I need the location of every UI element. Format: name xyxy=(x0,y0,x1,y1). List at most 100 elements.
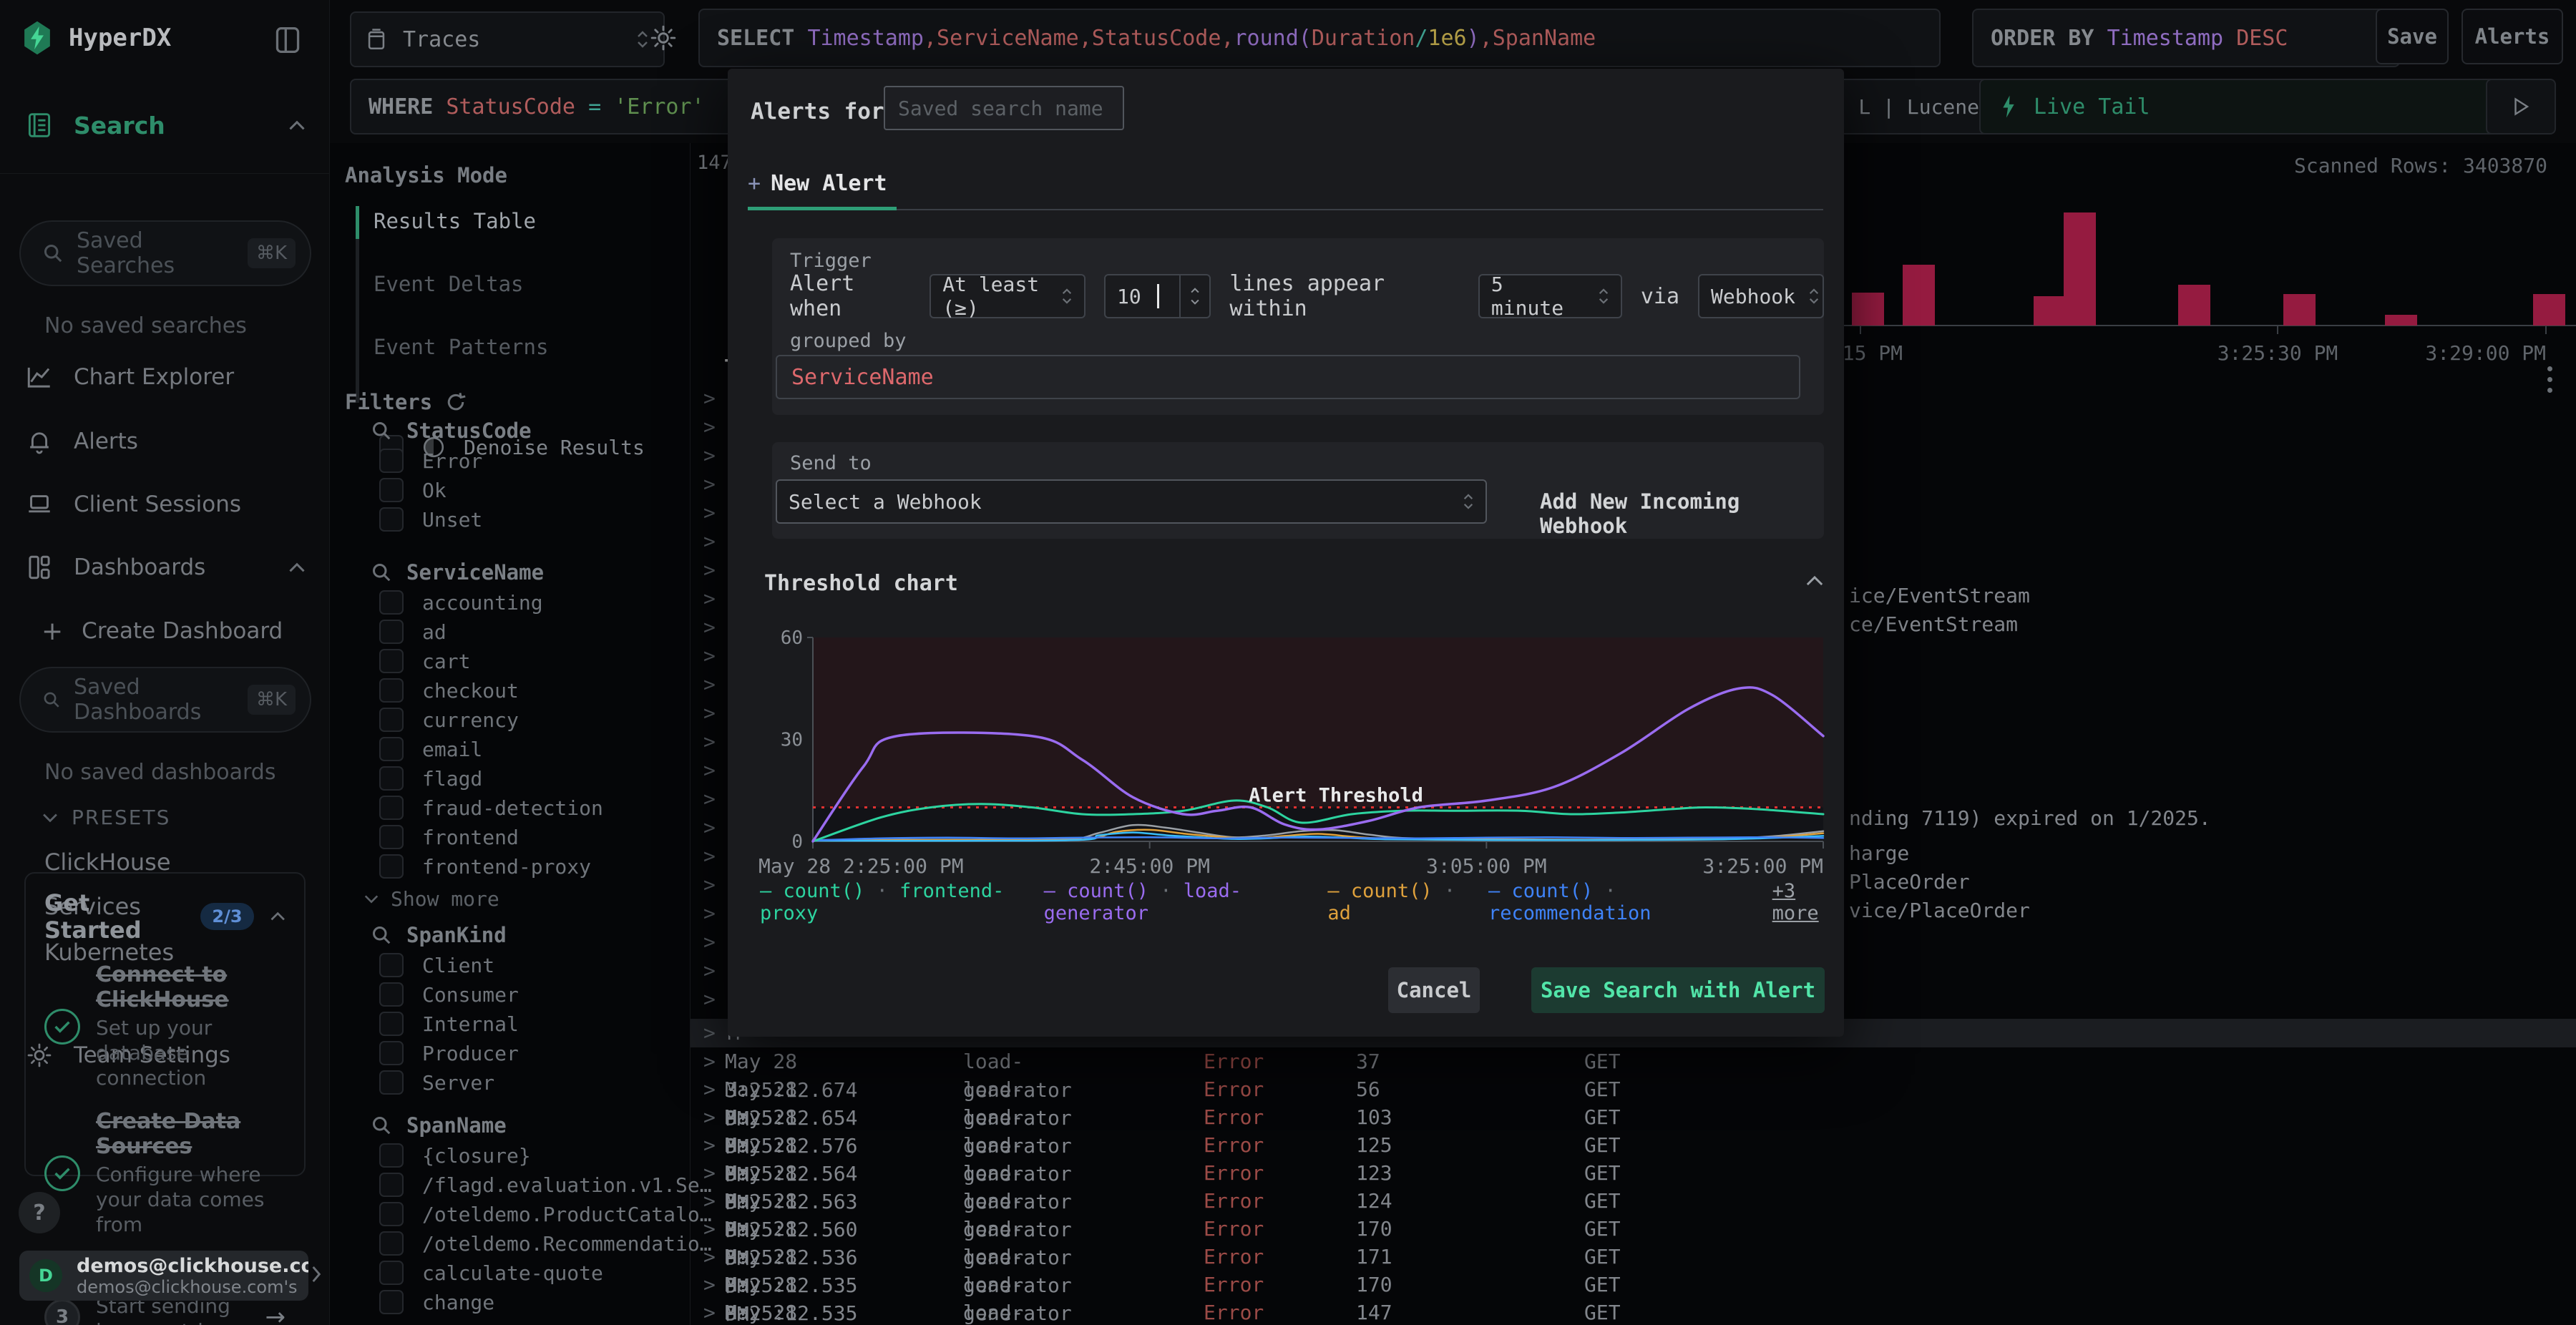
facet-option[interactable]: Client xyxy=(379,953,494,977)
webhook-select[interactable]: Select a Webhook xyxy=(776,479,1487,524)
table-row[interactable]: > May 28 3:25:12.576 PM load-generator Erro… xyxy=(703,1103,1621,1186)
add-webhook-link[interactable]: Add New Incoming Webhook xyxy=(1540,489,1824,538)
facet-option[interactable]: ad xyxy=(379,620,447,644)
alerts-button[interactable]: Alerts xyxy=(2462,9,2563,64)
facet-option[interactable]: /oteldemo.Recommendatio… xyxy=(379,1231,712,1256)
cell-method: GET xyxy=(1584,1105,1621,1129)
legend-item: — count() · frontend-proxy xyxy=(760,880,1005,924)
facet-option[interactable]: Internal xyxy=(379,1012,519,1036)
user-org: demos@clickhouse.com's xyxy=(77,1276,298,1297)
facet-option[interactable]: fraud-detection xyxy=(379,796,603,820)
tab-event-deltas[interactable]: Event Deltas xyxy=(374,272,524,296)
sidebar-item-dashboards[interactable]: Dashboards xyxy=(0,548,329,587)
tab-event-patterns[interactable]: Event Patterns xyxy=(374,335,548,359)
active-tab-indicator xyxy=(748,207,897,210)
get-started-step-1[interactable]: Connect to ClickHouse Set up your databa… xyxy=(44,962,286,1090)
saved-searches-input[interactable]: Saved Searches ⌘K xyxy=(19,220,311,286)
facet-option[interactable]: frontend xyxy=(379,825,519,849)
facet-option[interactable]: Server xyxy=(379,1070,494,1095)
cell-method: GET xyxy=(1584,1077,1621,1101)
bell-icon xyxy=(25,429,54,454)
number-spinner[interactable] xyxy=(1179,275,1209,317)
facet-option[interactable]: flagd xyxy=(379,766,482,791)
cell-status: Error xyxy=(1204,1161,1264,1185)
facet-option[interactable]: Consumer xyxy=(379,982,519,1007)
checkbox-icon xyxy=(379,620,404,644)
brand[interactable]: HyperDX xyxy=(21,20,171,56)
save-button[interactable]: Save xyxy=(2376,9,2449,64)
tab-new-alert[interactable]: + New Alert xyxy=(748,171,887,196)
tab-results-table[interactable]: Results Table xyxy=(374,209,536,233)
live-tail-button[interactable]: Live Tail xyxy=(1979,79,2509,135)
table-row[interactable]: > May 28 3:25:12.563 PM load-generator Erro… xyxy=(703,1159,1621,1242)
facet-option[interactable]: checkout xyxy=(379,678,519,703)
facet-option[interactable]: frontend-proxy xyxy=(379,854,591,879)
facet-option[interactable]: /flagd.evaluation.v1.Se… xyxy=(379,1173,712,1197)
facet-option[interactable]: {closure} xyxy=(379,1143,531,1168)
table-row[interactable]: >May 28 3:25:12.534 PMload-generatorErro… xyxy=(703,1299,1621,1325)
facet-option[interactable]: cart xyxy=(379,649,470,673)
grouped-by-input[interactable]: ServiceName xyxy=(776,355,1800,399)
comparator-select[interactable]: At least (≥) xyxy=(930,273,1086,320)
sidebar-section-search[interactable]: Search xyxy=(0,106,329,145)
save-search-with-alert-button[interactable]: Save Search with Alert xyxy=(1531,967,1825,1013)
facet-option[interactable]: currency xyxy=(379,708,519,732)
search-icon xyxy=(44,692,59,708)
select-query-input[interactable]: SELECT Timestamp,ServiceName,StatusCode,… xyxy=(698,9,1941,67)
refresh-icon[interactable] xyxy=(445,391,467,413)
chevron-updown-icon xyxy=(1463,494,1474,509)
table-row[interactable]: > May 28 3:25:12.536 PM load-generator Erro… xyxy=(703,1215,1621,1298)
send-to-label: Send to xyxy=(790,452,872,474)
sidebar: HyperDX Search Saved Searches ⌘K No save… xyxy=(0,0,330,1325)
divider xyxy=(0,173,329,174)
table-row[interactable]: > May 28 3:25:12.560 PM load-generator Erro… xyxy=(703,1187,1621,1270)
show-more-link[interactable]: Show more xyxy=(364,887,499,911)
saved-search-name-input[interactable] xyxy=(884,86,1124,130)
table-row[interactable]: > May 28 3:25:12.564 PM load-generator Erro… xyxy=(703,1131,1621,1214)
chevron-up-icon[interactable] xyxy=(270,911,286,921)
user-menu[interactable]: D demos@clickhouse.com demos@clickhouse.… xyxy=(19,1251,308,1301)
run-query-play-button[interactable] xyxy=(2486,79,2556,135)
table-row[interactable]: > May 28 3:25:12.674 PM load-generator Erro… xyxy=(703,1047,1621,1130)
table-row[interactable]: >May 28 3:25:12.535 PMload-generatorErro… xyxy=(703,1271,1621,1325)
facet-option[interactable]: /oteldemo.ProductCatalo… xyxy=(379,1202,712,1226)
presets-toggle[interactable]: PRESETS xyxy=(42,806,170,829)
cell-duration: 123 xyxy=(1356,1161,1392,1185)
facet-option[interactable]: accounting xyxy=(379,590,543,615)
saved-dashboards-input[interactable]: Saved Dashboards ⌘K xyxy=(19,667,311,733)
sidebar-item-client-sessions[interactable]: Client Sessions xyxy=(0,485,329,524)
grouped-by-label: grouped by xyxy=(790,330,907,352)
svg-text:2:45:00 PM: 2:45:00 PM xyxy=(1089,854,1210,878)
create-dashboard-button[interactable]: + Create Dashboard xyxy=(0,614,329,648)
window-select[interactable]: 5 minute xyxy=(1478,273,1622,320)
facet-SpanKind[interactable]: SpanKind xyxy=(371,923,507,947)
legend-more-link[interactable]: +3 more xyxy=(1772,880,1844,924)
table-row[interactable]: >May 28 3:25:12.535 PMload-generatorErro… xyxy=(703,1243,1621,1325)
facet-option[interactable]: Producer xyxy=(379,1041,519,1065)
threshold-value-input[interactable]: 10 xyxy=(1104,274,1211,318)
collapse-chart-chevron-icon[interactable] xyxy=(1805,575,1825,587)
facet-SpanName[interactable]: SpanName xyxy=(371,1113,507,1138)
collapse-sidebar-icon[interactable] xyxy=(273,24,302,56)
cancel-button[interactable]: Cancel xyxy=(1388,967,1480,1013)
expand-user-chevron-icon[interactable] xyxy=(311,1265,322,1284)
svg-text:60: 60 xyxy=(781,627,803,649)
sidebar-item-chart-explorer[interactable]: Chart Explorer xyxy=(0,358,329,396)
table-row[interactable]: > May 28 3:25:12.654 PM load-generator Erro… xyxy=(703,1075,1621,1158)
cell-duration: 147 xyxy=(1356,1301,1392,1324)
facet-ServiceName[interactable]: ServiceName xyxy=(371,560,544,585)
sidebar-item-alerts[interactable]: Alerts xyxy=(0,422,329,461)
facet-option[interactable]: email xyxy=(379,737,482,761)
facet-option[interactable]: Error xyxy=(379,449,482,473)
help-button[interactable]: ? xyxy=(19,1192,60,1233)
facet-option[interactable]: calculate-quote xyxy=(379,1261,603,1285)
column-settings-kebab-icon[interactable] xyxy=(2547,366,2552,393)
facet-option[interactable]: Unset xyxy=(379,507,482,532)
facet-StatusCode[interactable]: StatusCode xyxy=(371,419,532,443)
get-started-step-2[interactable]: Create Data Sources Configure where your… xyxy=(44,1109,286,1237)
presets-label: PRESETS xyxy=(72,806,171,829)
facet-option[interactable]: Ok xyxy=(379,478,447,502)
order-by-input[interactable]: ORDER BY Timestamp DESC xyxy=(1972,9,2400,67)
channel-select[interactable]: Webhook xyxy=(1698,274,1825,318)
facet-option[interactable]: change xyxy=(379,1290,494,1314)
